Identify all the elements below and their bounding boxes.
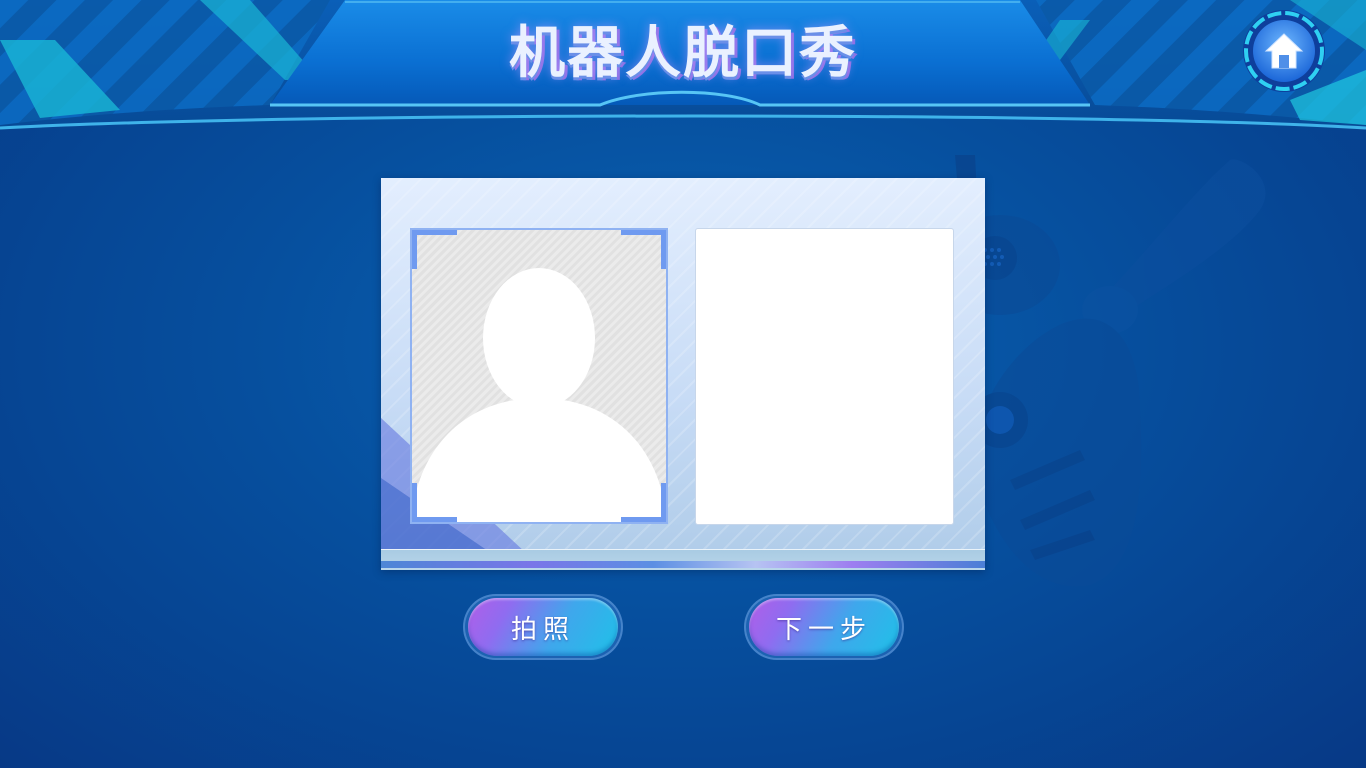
home-button[interactable]	[1242, 9, 1326, 93]
next-step-label: 下一步	[749, 598, 899, 656]
card-accent-line	[381, 561, 985, 568]
camera-capture-frame[interactable]	[410, 228, 668, 524]
take-photo-label: 拍照	[468, 598, 618, 656]
home-icon	[1243, 10, 1325, 92]
frame-corner	[621, 230, 666, 269]
robot-talk-show-screen: 机器人脱口秀 拍照 下一步	[0, 0, 1366, 768]
person-silhouette-icon	[412, 268, 666, 522]
frame-corner	[412, 230, 457, 269]
take-photo-button[interactable]: 拍照	[463, 594, 623, 660]
frame-corner	[412, 483, 457, 522]
next-step-button[interactable]: 下一步	[744, 594, 904, 660]
frame-corner	[621, 483, 666, 522]
page-title: 机器人脱口秀	[509, 21, 857, 86]
photo-result-panel	[695, 228, 954, 525]
photo-card	[381, 178, 985, 570]
robot-illustration	[940, 155, 1266, 587]
